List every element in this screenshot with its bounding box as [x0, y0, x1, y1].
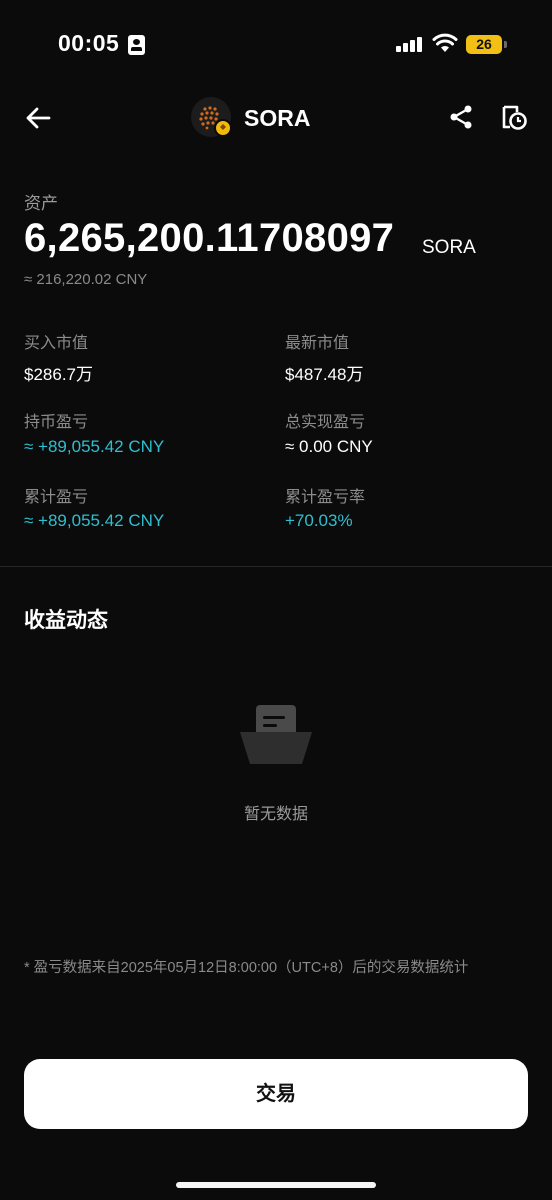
stat-value-cumulative-pnl-rate: +70.03%	[285, 511, 353, 530]
asset-value: 6,265,200.11708097	[24, 216, 395, 260]
empty-folder-icon	[240, 705, 312, 764]
stat-label-cumulative-pnl: 累计盈亏	[24, 489, 89, 506]
stat-label-latest-value: 最新市值	[285, 335, 350, 352]
asset-fiat-value: ≈ 216,220.02 CNY	[24, 271, 148, 288]
home-indicator[interactable]	[176, 1182, 376, 1188]
asset-unit: SORA	[422, 237, 476, 258]
empty-state-text: 暂无数据	[243, 806, 308, 823]
stat-value-realized-pnl: ≈ 0.00 CNY	[285, 437, 373, 456]
wifi-icon	[432, 33, 458, 52]
battery-indicator: 26	[466, 35, 502, 54]
stat-label-cumulative-pnl-rate: 累计盈亏率	[285, 489, 366, 506]
stat-label-holding-pnl: 持币盈亏	[24, 414, 89, 431]
page-title: SORA	[244, 105, 311, 131]
status-bar: 00:05 26	[0, 0, 552, 90]
footnote: * 盈亏数据来自2025年05月12日8:00:00（UTC+8）后的交易数据统…	[24, 960, 469, 976]
share-icon[interactable]	[448, 104, 474, 130]
asset-label: 资产	[24, 194, 58, 213]
divider	[0, 566, 552, 567]
chain-badge-icon	[214, 119, 232, 137]
id-card-icon	[128, 35, 145, 55]
header: SORA	[0, 90, 552, 146]
battery-cap	[504, 41, 507, 48]
stat-value-cumulative-pnl: ≈ +89,055.42 CNY	[24, 511, 165, 530]
stat-label-buy-value: 买入市值	[24, 335, 89, 352]
stat-value-latest-value: $487.48万	[285, 365, 364, 384]
stat-label-realized-pnl: 总实现盈亏	[285, 414, 366, 431]
stat-value-holding-pnl: ≈ +89,055.42 CNY	[24, 437, 165, 456]
cellular-signal-icon	[396, 36, 422, 52]
back-arrow-icon[interactable]	[24, 104, 52, 132]
status-time: 00:05	[58, 30, 120, 56]
earnings-title: 收益动态	[24, 609, 108, 632]
history-icon[interactable]	[500, 103, 528, 131]
trade-button[interactable]: 交易	[24, 1059, 528, 1129]
stat-value-buy-value: $286.7万	[24, 365, 93, 384]
